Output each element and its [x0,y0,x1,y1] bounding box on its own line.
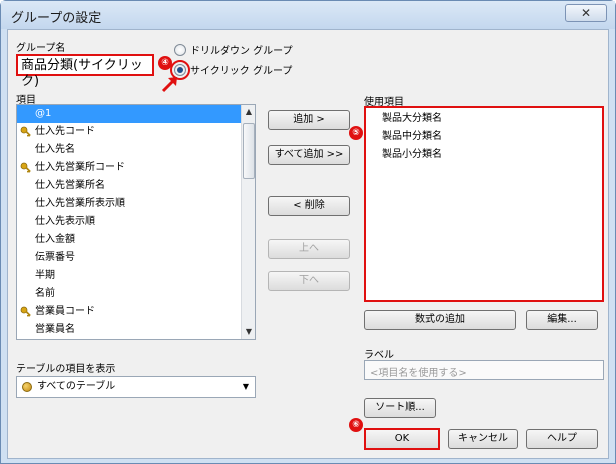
list-item-label: 仕入先営業所コード [35,162,125,173]
sort-order-button[interactable]: ソート順... [364,398,436,418]
group-name-input[interactable]: 商品分類(サイクリック) [16,54,154,89]
scroll-thumb[interactable] [243,123,255,179]
list-item-label: 営業員コード [35,306,95,317]
label-input[interactable]: <項目名を使用する> [364,360,604,380]
annotation-badge-6: ⑥ [349,418,363,432]
table-filter-value: すべてのテーブル [37,381,116,392]
radio-cyclic-group[interactable]: サイクリック グループ [170,59,293,80]
edit-button[interactable]: 編集... [526,310,598,330]
used-list-item[interactable]: 製品中分類名 [366,128,602,146]
ok-button[interactable]: OK [364,428,440,450]
items-list[interactable]: @1 仕入先コード 仕入先名仕入先営業所コード 仕入先営業所名仕入先営業所表示順 仕入先… [16,104,256,340]
radio-cyclic-label: サイクリック グループ [190,66,293,77]
scroll-down-icon[interactable]: ▼ [243,325,255,339]
items-rows: @1 仕入先コード 仕入先名仕入先営業所コード 仕入先営業所名仕入先営業所表示順 仕入先… [17,105,255,339]
list-item[interactable]: 仕入先営業所コード [17,159,255,177]
key-icon [20,162,31,173]
radio-drilldown-label: ドリルダウン グループ [190,46,293,57]
key-icon [20,306,31,317]
list-item-label: 伝票番号 [35,252,75,263]
remove-button[interactable]: < 削除 [268,196,350,216]
scroll-up-icon[interactable]: ▲ [243,105,255,119]
database-icon [22,382,32,392]
list-item-label: 仕入先営業所名 [35,180,105,191]
annotation-arrow-icon [161,77,177,93]
list-item-label: 仕入先コード [35,126,95,137]
group-name-label: グループ名 [16,43,66,54]
move-up-button[interactable]: 上へ [268,239,350,259]
add-all-button[interactable]: すべて追加 >> [268,145,350,165]
list-item-label: 仕入先名 [35,144,75,155]
list-item-label: 半期 [35,270,55,281]
list-item[interactable]: 仕入先営業所名 [17,177,255,195]
list-item[interactable]: 仕入金額 [17,231,255,249]
used-items-list[interactable]: 製品大分類名 製品中分類名 製品小分類名 [364,106,604,302]
items-scrollbar[interactable]: ▲ ▼ [241,105,255,339]
used-list-item[interactable]: 製品小分類名 [366,146,602,164]
move-down-button[interactable]: 下へ [268,271,350,291]
table-filter-label: テーブルの項目を表示 [16,364,116,375]
dialog-body: グループ名 商品分類(サイクリック) ④ ドリルダウン グループ サイクリック … [7,29,609,459]
group-settings-dialog: グループの設定 ✕ グループ名 商品分類(サイクリック) ④ ドリルダウン グル… [0,0,616,464]
label-field-label: ラベル [364,350,394,361]
radio-button-icon [174,43,186,56]
list-item[interactable]: 伝票番号 [17,249,255,267]
list-item[interactable]: 営業員コード [17,303,255,321]
add-button[interactable]: 追加 > [268,110,350,130]
close-button[interactable]: ✕ [565,4,607,22]
chevron-down-icon: ▼ [242,382,249,391]
list-item-label: 営業員名 [35,324,75,335]
list-item-label: 名前 [35,288,55,299]
list-item[interactable]: 半期 [17,267,255,285]
list-item-label: 仕入先表示順 [35,216,95,227]
list-item[interactable]: 仕入先営業所表示順 [17,195,255,213]
list-item[interactable]: 名前 [17,285,255,303]
title-bar: グループの設定 ✕ [1,1,615,29]
radio-drilldown-group[interactable]: ドリルダウン グループ [174,42,293,57]
table-filter-select[interactable]: すべてのテーブル ▼ [16,376,256,398]
list-item[interactable]: @1 [17,105,255,123]
list-item-label: 仕入先営業所表示順 [35,198,125,209]
list-item[interactable]: 仕入先名 [17,141,255,159]
annotation-badge-5: ⑤ [349,126,363,140]
list-item[interactable]: 営業員名 [17,321,255,339]
cancel-button[interactable]: キャンセル [448,429,518,449]
add-formula-button[interactable]: 数式の追加 [364,310,516,330]
list-item[interactable]: 仕入先コード [17,123,255,141]
key-icon [20,126,31,137]
used-list-item[interactable]: 製品大分類名 [366,110,602,128]
list-item[interactable]: 仕入先表示順 [17,213,255,231]
used-items-rows: 製品大分類名 製品中分類名 製品小分類名 [366,108,602,164]
list-item-label: 仕入金額 [35,234,75,245]
list-item-label: @1 [35,108,52,119]
dialog-title: グループの設定 [11,11,102,26]
help-button[interactable]: ヘルプ [526,429,598,449]
